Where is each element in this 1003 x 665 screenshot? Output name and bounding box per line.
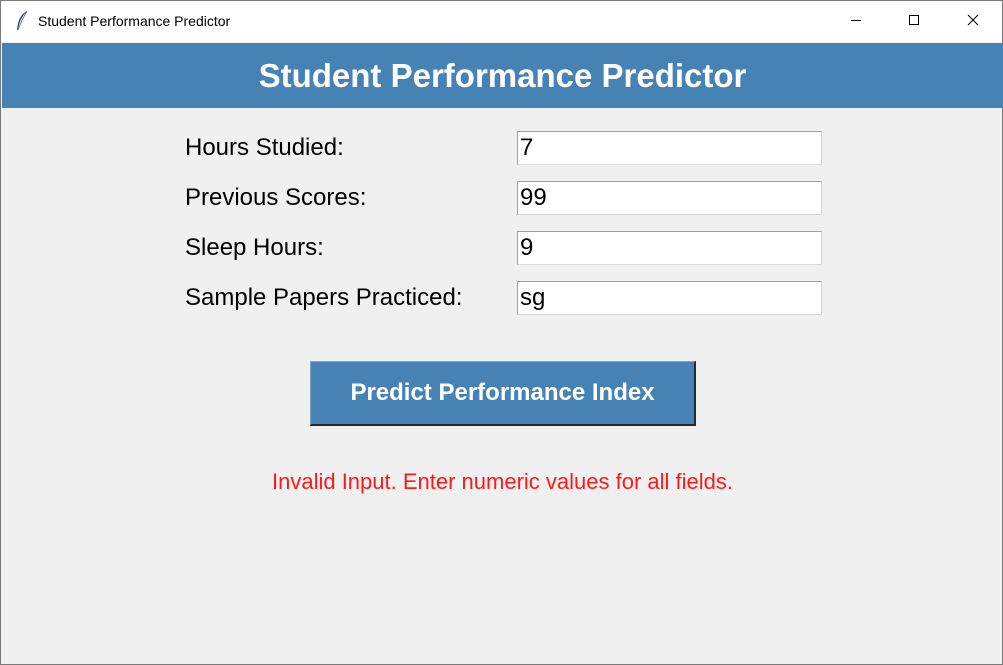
window-title: Student Performance Predictor: [38, 13, 231, 29]
sleep-hours-input[interactable]: [517, 231, 822, 265]
header-banner: Student Performance Predictor: [2, 43, 1003, 108]
sample-papers-label: Sample Papers Practiced:: [185, 284, 463, 311]
close-icon: [967, 13, 979, 31]
predict-button[interactable]: Predict Performance Index: [310, 361, 696, 426]
status-message: Invalid Input. Enter numeric values for …: [271, 469, 733, 494]
previous-scores-label: Previous Scores:: [185, 184, 367, 211]
app-window: Student Performance Predictor Student Pe…: [0, 0, 1003, 665]
sample-papers-input[interactable]: [517, 281, 822, 315]
sleep-hours-label: Sleep Hours:: [185, 234, 324, 261]
maximize-icon: [908, 13, 920, 31]
close-button[interactable]: [944, 1, 1002, 42]
hours-studied-label: Hours Studied:: [185, 134, 344, 161]
title-bar[interactable]: Student Performance Predictor: [1, 1, 1002, 42]
previous-scores-input[interactable]: [517, 181, 822, 215]
feather-icon: [15, 10, 29, 32]
page-title: Student Performance Predictor: [258, 57, 747, 94]
minimize-button[interactable]: [827, 1, 885, 42]
maximize-button[interactable]: [885, 1, 943, 42]
hours-studied-input[interactable]: [517, 131, 822, 165]
minimize-icon: [850, 13, 862, 31]
